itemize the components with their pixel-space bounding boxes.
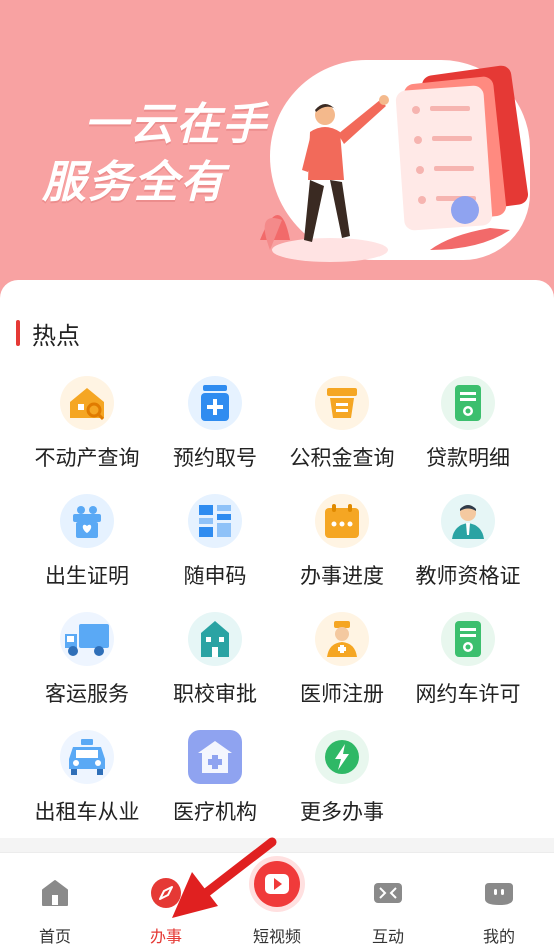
service-birth-certificate[interactable]: 出生证明 [22, 488, 152, 598]
service-loan-details[interactable]: 贷款明细 [403, 370, 533, 480]
taxi-icon [60, 730, 114, 784]
tab-home[interactable]: 首页 [0, 853, 110, 945]
service-label: 公积金查询 [289, 446, 395, 470]
doctor-icon [315, 612, 369, 666]
service-ride-hailing-permit[interactable]: 网约车许可 [403, 606, 533, 716]
banner-title-line2: 服务全有 [42, 157, 226, 208]
lightning-icon [315, 730, 369, 784]
section-header-hot: 热点 [16, 318, 80, 350]
tab-label: 我的 [482, 927, 515, 945]
service-housing-fund[interactable]: 公积金查询 [277, 370, 407, 480]
service-label: 医疗机构 [173, 800, 257, 824]
qr-grid-icon [188, 494, 242, 548]
service-label: 职校审批 [173, 682, 257, 706]
fund-box-icon [315, 376, 369, 430]
service-label: 教师资格证 [415, 564, 521, 588]
service-label: 出生证明 [45, 564, 129, 588]
tab-label: 办事 [149, 927, 182, 945]
document-icon [441, 612, 495, 666]
service-medical-institution[interactable]: 医疗机构 [150, 724, 280, 834]
house-search-icon [60, 376, 114, 430]
service-physician-registration[interactable]: 医师注册 [277, 606, 407, 716]
service-label: 不动产查询 [34, 446, 140, 470]
tab-mine[interactable]: 我的 [444, 853, 554, 945]
service-more[interactable]: 更多办事 [277, 724, 407, 834]
interact-icon [374, 883, 402, 903]
user-icon [485, 883, 513, 905]
tab-short-video[interactable]: 短视频 [222, 853, 332, 945]
service-real-estate-query[interactable]: 不动产查询 [22, 370, 152, 480]
banner-title-line1: 一云在手 [84, 99, 268, 150]
play-icon [249, 856, 305, 912]
hospital-icon [188, 730, 242, 784]
service-label: 随申码 [183, 564, 247, 588]
teacher-icon [441, 494, 495, 548]
tab-label: 首页 [38, 927, 71, 945]
baby-gift-icon [60, 494, 114, 548]
hero-banner[interactable]: 一云在手 服务全有 [0, 0, 554, 300]
service-label: 医师注册 [300, 682, 384, 706]
section-title: 热点 [32, 321, 80, 350]
service-appointment-number[interactable]: 预约取号 [150, 370, 280, 480]
service-label: 贷款明细 [426, 446, 510, 470]
compass-icon [151, 878, 181, 908]
tab-services[interactable]: 办事 [111, 853, 221, 945]
service-suishen-code[interactable]: 随申码 [150, 488, 280, 598]
ticket-icon [188, 376, 242, 430]
calendar-icon [315, 494, 369, 548]
service-label: 办事进度 [300, 564, 384, 588]
tab-interact[interactable]: 互动 [333, 853, 443, 945]
service-label: 网约车许可 [415, 682, 521, 706]
service-label: 出租车从业 [34, 800, 140, 824]
tab-label: 短视频 [252, 927, 301, 945]
service-progress[interactable]: 办事进度 [277, 488, 407, 598]
service-label: 更多办事 [300, 800, 384, 824]
service-label: 预约取号 [173, 446, 257, 470]
truck-icon [60, 612, 114, 666]
tab-label: 互动 [371, 927, 404, 945]
section-accent-bar [16, 320, 20, 346]
banner-illustration [260, 65, 529, 262]
school-icon [188, 612, 242, 666]
service-passenger-transport[interactable]: 客运服务 [22, 606, 152, 716]
bottom-tab-bar: 首页 办事 短视频 互动 我的 [0, 852, 554, 945]
service-vocational-approval[interactable]: 职校审批 [150, 606, 280, 716]
service-teacher-qualification[interactable]: 教师资格证 [403, 488, 533, 598]
home-icon [42, 880, 68, 906]
service-label: 客运服务 [45, 682, 129, 706]
service-taxi-employment[interactable]: 出租车从业 [22, 724, 152, 834]
document-icon [441, 376, 495, 430]
